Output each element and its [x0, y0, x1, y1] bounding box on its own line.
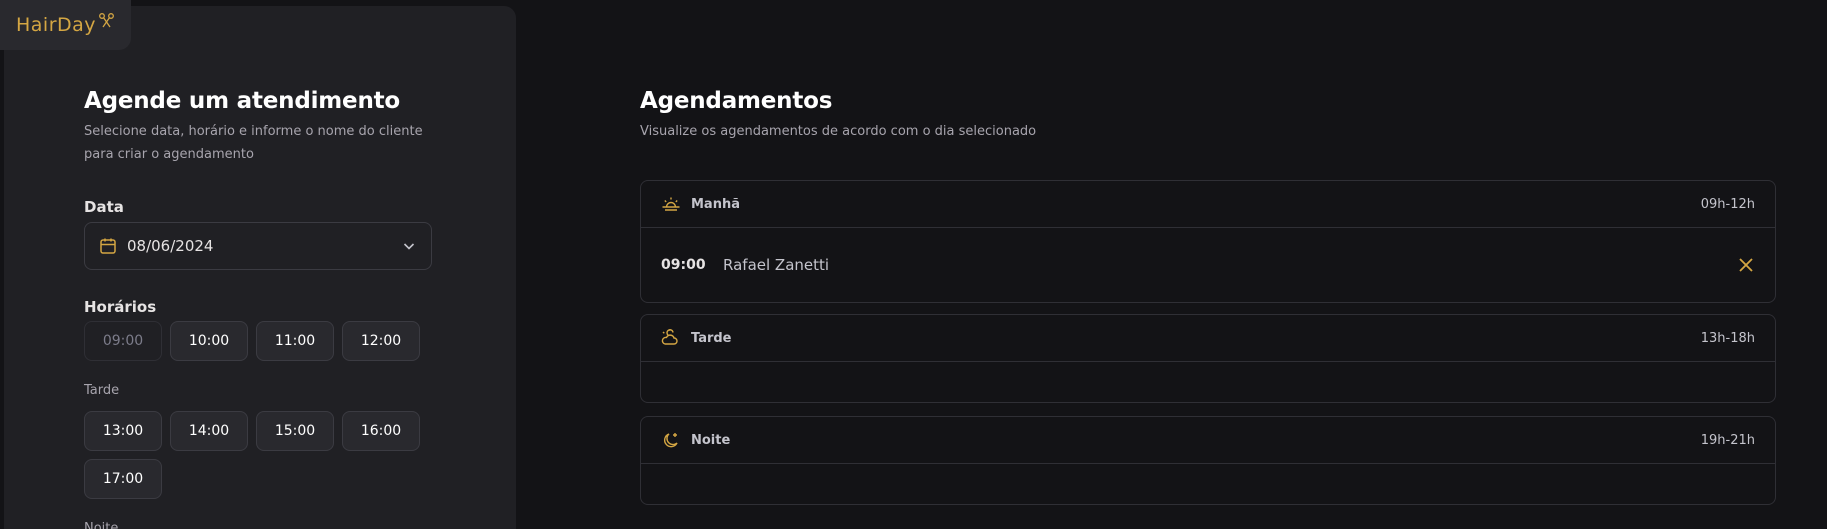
period-name: Noite	[691, 432, 731, 448]
period-range: 19h-21h	[1700, 432, 1755, 448]
hour-option[interactable]: 10:00	[170, 321, 248, 361]
appointment-client: Rafael Zanetti	[723, 256, 830, 274]
hour-option[interactable]: 12:00	[342, 321, 420, 361]
period-card-morning: Manhã 09h-12h 09:00 Rafael Zanetti	[640, 180, 1776, 303]
sunrise-icon	[661, 196, 681, 212]
empty-appointments	[641, 362, 1775, 402]
morning-hours: 09:00 10:00 11:00 12:00	[84, 321, 444, 361]
schedule-title: Agendamentos	[640, 88, 833, 114]
date-label: Data	[84, 198, 124, 216]
hour-option[interactable]: 14:00	[170, 411, 248, 451]
period-range: 09h-12h	[1700, 196, 1755, 212]
appointment-time: 09:00	[661, 257, 706, 273]
hour-option[interactable]: 13:00	[84, 411, 162, 451]
hour-option: 09:00	[84, 321, 162, 361]
schedule-section: Agendamentos Visualize os agendamentos d…	[640, 88, 1776, 505]
hour-option[interactable]: 16:00	[342, 411, 420, 451]
chevron-down-icon[interactable]	[401, 238, 417, 254]
period-card-night: Noite 19h-21h	[640, 416, 1776, 505]
period-card-afternoon: Tarde 13h-18h	[640, 314, 1776, 403]
date-picker[interactable]: 08/06/2024	[84, 222, 432, 270]
night-label: Noite	[84, 521, 119, 529]
period-range: 13h-18h	[1700, 330, 1755, 346]
close-icon	[1739, 258, 1753, 272]
form-subtitle: Selecione data, horário e informe o nome…	[84, 124, 423, 162]
period-name: Manhã	[691, 196, 740, 212]
scissors-icon	[98, 12, 116, 30]
form-title: Agende um atendimento	[84, 88, 401, 114]
appointment-item: 09:00 Rafael Zanetti	[641, 228, 1775, 302]
moon-stars-icon	[661, 431, 681, 449]
hour-option[interactable]: 17:00	[84, 459, 162, 499]
afternoon-hours: 13:00 14:00 15:00 16:00 17:00	[84, 411, 444, 499]
hours-label: Horários	[84, 298, 157, 316]
hour-option[interactable]: 11:00	[256, 321, 334, 361]
afternoon-label: Tarde	[84, 383, 120, 398]
cancel-appointment-button[interactable]	[1737, 256, 1755, 274]
date-value: 08/06/2024	[127, 237, 214, 255]
cloud-sun-icon	[661, 329, 681, 347]
booking-form: Agende um atendimento Selecione data, ho…	[84, 88, 484, 529]
hour-option[interactable]: 15:00	[256, 411, 334, 451]
brand-logo: HairDay	[0, 0, 131, 50]
period-header: Manhã 09h-12h	[641, 181, 1775, 228]
calendar-icon	[99, 237, 117, 255]
period-name: Tarde	[691, 330, 732, 346]
schedule-subtitle: Visualize os agendamentos de acordo com …	[640, 124, 1037, 139]
period-header: Noite 19h-21h	[641, 417, 1775, 464]
empty-appointments	[641, 464, 1775, 504]
period-header: Tarde 13h-18h	[641, 315, 1775, 362]
brand-name: HairDay	[16, 14, 97, 36]
